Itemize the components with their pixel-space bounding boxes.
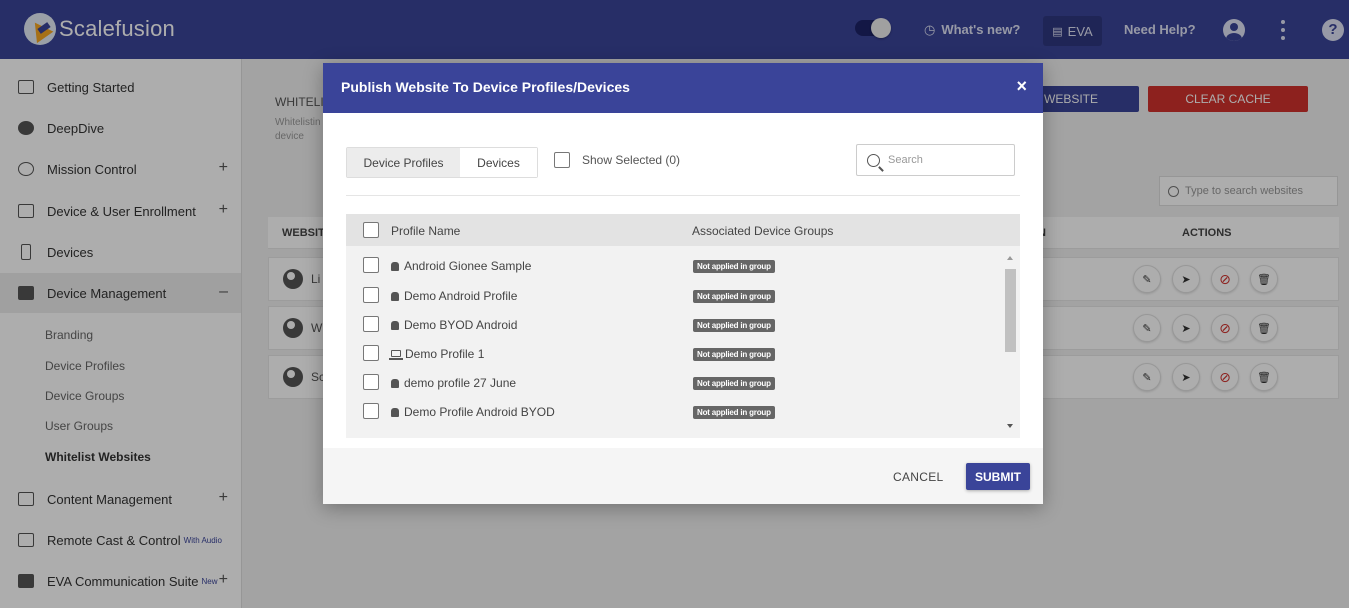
show-selected-toggle[interactable]: Show Selected (0) (554, 152, 680, 168)
col-associated-groups: Associated Device Groups (692, 224, 834, 238)
table-row: Demo Android Profile Not applied in grou… (346, 281, 1006, 310)
scroll-down-icon[interactable] (1007, 424, 1013, 428)
laptop-icon (389, 349, 403, 360)
profile-name: Demo Profile 1 (405, 347, 485, 361)
android-icon (391, 291, 399, 301)
table-row: demo profile 27 June Not applied in grou… (346, 368, 1006, 397)
profiles-table: Profile Name Associated Device Groups An… (346, 214, 1020, 438)
dialog-header: Publish Website To Device Profiles/Devic… (323, 63, 1043, 113)
close-icon[interactable]: × (1016, 76, 1027, 97)
table-row: Android Gionee Sample Not applied in gro… (346, 251, 1006, 280)
scroll-up-icon[interactable] (1007, 256, 1013, 260)
status-badge: Not applied in group (693, 319, 775, 332)
tab-device-profiles[interactable]: Device Profiles (347, 148, 460, 177)
row-checkbox[interactable] (363, 287, 379, 303)
col-profile-name: Profile Name (391, 224, 461, 238)
table-row: Demo Profile 1 Not applied in group (346, 339, 1006, 368)
android-icon (391, 407, 399, 417)
table-row: Demo Profile Android BYOD Not applied in… (346, 397, 1006, 426)
target-type-tabs: Device Profiles Devices (346, 147, 538, 178)
status-badge: Not applied in group (693, 406, 775, 419)
divider (346, 195, 1020, 196)
profile-name: demo profile 27 June (404, 376, 517, 390)
profiles-table-header: Profile Name Associated Device Groups (346, 214, 1020, 246)
profile-search-input[interactable]: Search (856, 144, 1015, 176)
row-checkbox[interactable] (363, 316, 379, 332)
show-selected-label: Show Selected (0) (582, 153, 681, 167)
status-badge: Not applied in group (693, 348, 775, 361)
table-scrollbar[interactable] (1004, 254, 1018, 434)
publish-website-dialog: Publish Website To Device Profiles/Devic… (323, 63, 1043, 504)
show-selected-checkbox[interactable] (554, 152, 570, 168)
status-badge: Not applied in group (693, 290, 775, 303)
android-icon (391, 320, 399, 330)
select-all-checkbox[interactable] (363, 222, 379, 238)
row-checkbox[interactable] (363, 257, 379, 273)
cancel-button[interactable]: CANCEL (893, 470, 943, 484)
profile-name: Android Gionee Sample (404, 259, 532, 273)
status-badge: Not applied in group (693, 260, 775, 273)
profile-name: Demo Android Profile (404, 289, 518, 303)
profile-name: Demo BYOD Android (404, 318, 518, 332)
row-checkbox[interactable] (363, 403, 379, 419)
scrollbar-thumb[interactable] (1005, 269, 1016, 352)
row-checkbox[interactable] (363, 345, 379, 361)
row-checkbox[interactable] (363, 374, 379, 390)
profile-name: Demo Profile Android BYOD (404, 405, 555, 419)
search-icon (867, 153, 880, 167)
table-row: Demo BYOD Android Not applied in group (346, 310, 1006, 339)
dialog-title: Publish Website To Device Profiles/Devic… (341, 79, 630, 95)
dialog-footer: CANCEL SUBMIT (323, 448, 1043, 504)
android-icon (391, 378, 399, 388)
android-icon (391, 261, 399, 271)
profile-search-placeholder: Search (888, 154, 923, 166)
status-badge: Not applied in group (693, 377, 775, 390)
submit-button[interactable]: SUBMIT (966, 463, 1030, 490)
tab-devices[interactable]: Devices (460, 148, 537, 177)
